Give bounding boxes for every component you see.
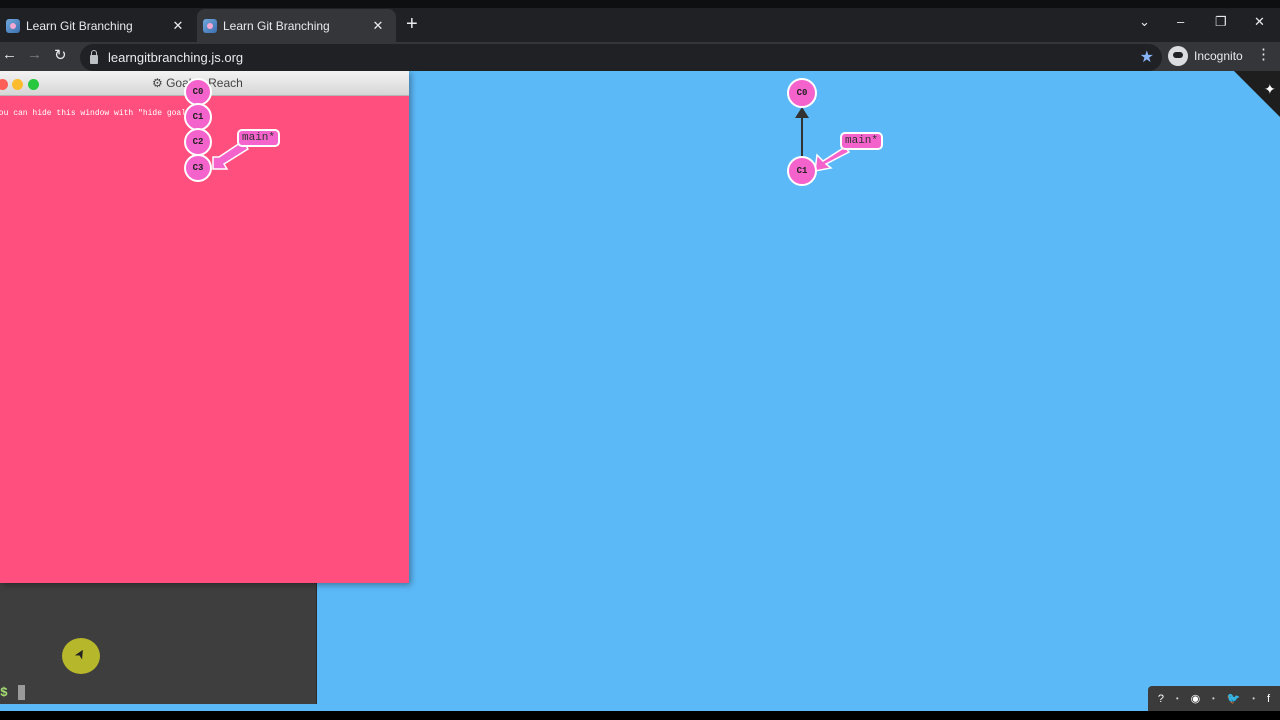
favicon-icon <box>6 18 20 33</box>
forward-icon[interactable]: → <box>27 46 42 63</box>
tab-learn-git-branching-1[interactable]: Learn Git Branching ✕ <box>0 9 196 42</box>
tab-close-icon[interactable]: ✕ <box>370 18 386 34</box>
facebook-icon[interactable]: f <box>1267 693 1270 705</box>
incognito-label: Incognito <box>1194 49 1243 63</box>
browser-toolbar: ← → ↻ learngitbranching.js.org ★ Incogni… <box>0 42 1280 71</box>
tab-search-chevron-icon[interactable]: ⌄ <box>1139 14 1150 30</box>
new-tab-button[interactable]: + <box>406 13 418 35</box>
language-globe-icon[interactable]: ◉ <box>1191 692 1201 705</box>
browser-menu-icon[interactable]: ⋮ <box>1256 45 1271 63</box>
tab-title: Learn Git Branching <box>223 18 330 33</box>
help-bar-separator: • <box>1252 694 1256 703</box>
tab-title: Learn Git Branching <box>26 18 133 33</box>
commit-c1[interactable]: C1 <box>787 156 817 186</box>
favicon-icon <box>203 18 217 33</box>
address-bar[interactable]: learngitbranching.js.org ★ <box>80 44 1162 71</box>
lock-icon[interactable] <box>90 50 98 64</box>
help-bar-separator: • <box>1175 694 1179 703</box>
top-strip <box>0 0 1280 8</box>
tab-learn-git-branching-2[interactable]: Learn Git Branching ✕ <box>197 9 396 42</box>
level-menu-corner[interactable]: ✦ <box>1234 71 1280 117</box>
help-icon[interactable]: ? <box>1158 693 1164 705</box>
pin-icon: ✦ <box>1264 82 1276 98</box>
incognito-profile-button[interactable]: Incognito <box>1168 46 1243 66</box>
bookmark-star-icon[interactable]: ★ <box>1140 47 1154 67</box>
incognito-icon <box>1168 46 1188 66</box>
commit-c0[interactable]: C0 <box>787 78 817 108</box>
twitter-icon[interactable]: 🐦 <box>1227 692 1241 705</box>
window-close-icon[interactable]: ✕ <box>1254 14 1265 30</box>
minimize-icon[interactable]: – <box>1177 14 1184 29</box>
bottom-strip <box>0 711 1280 720</box>
url-text[interactable]: learngitbranching.js.org <box>108 50 243 65</box>
back-icon[interactable]: ← <box>2 46 17 63</box>
restore-icon[interactable]: ❐ <box>1215 14 1227 30</box>
git-visualization-canvas[interactable]: $ ⚙ Goal to Reach You can hide this wind… <box>0 71 1280 711</box>
help-bar-separator: • <box>1212 694 1215 703</box>
main-tree-edges <box>795 107 851 172</box>
reload-icon[interactable]: ↻ <box>54 46 67 64</box>
branch-main[interactable]: main* <box>840 132 884 150</box>
help-bar: ? • ◉ • 🐦 • f <box>1148 686 1280 711</box>
tab-close-icon[interactable]: ✕ <box>170 18 186 34</box>
